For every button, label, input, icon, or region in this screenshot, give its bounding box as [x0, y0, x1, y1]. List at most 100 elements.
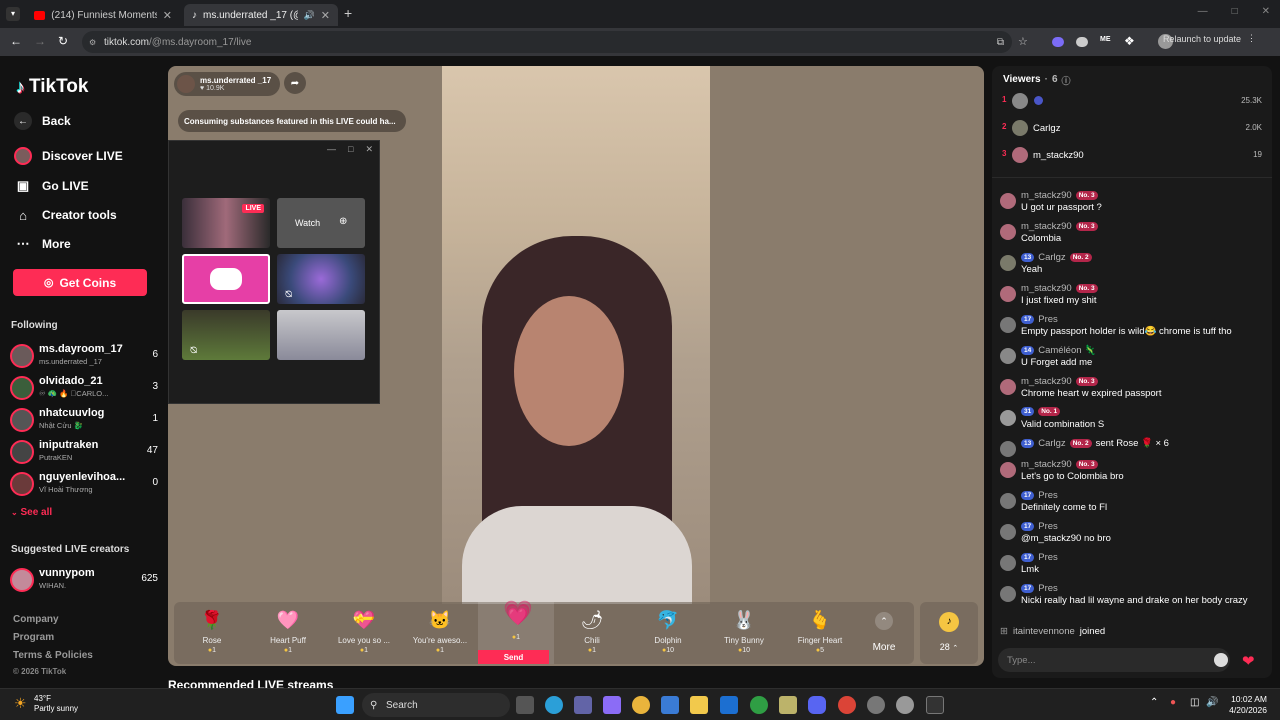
room-thumbnail[interactable]	[277, 310, 365, 360]
top-viewer-row[interactable]: 3 m_stackz90 19	[1002, 145, 1262, 165]
bookmark-star-icon[interactable]: ☆	[1018, 35, 1028, 48]
xbox-icon[interactable]	[750, 696, 768, 714]
extension-me-icon[interactable]: ME	[1100, 36, 1111, 43]
windows-start-icon[interactable]	[336, 696, 354, 714]
extension-copilot-icon[interactable]	[1052, 37, 1064, 47]
app-c-icon[interactable]	[720, 696, 738, 714]
nav-go-live[interactable]: ▣ Go LIVE	[14, 177, 89, 195]
close-window-icon[interactable]: ✕	[1262, 6, 1270, 17]
like-heart-icon[interactable]: ❤	[1242, 652, 1255, 670]
coin-balance-button[interactable]: ♪ 28 ⌃	[920, 602, 978, 664]
see-all-link[interactable]: ⌄ See all	[11, 507, 52, 518]
gift-finger-heart[interactable]: 🫰 Finger Heart ●5	[782, 602, 858, 664]
weather-widget[interactable]: 43°F Partly sunny	[34, 694, 78, 714]
minimize-icon[interactable]: —	[327, 144, 336, 155]
chat-username[interactable]: m_stackz90	[1021, 459, 1072, 470]
app-icon[interactable]	[779, 696, 797, 714]
avatar[interactable]	[1000, 224, 1016, 240]
chat-message[interactable]: 31 No. 1 Valid combination S	[1000, 407, 1262, 438]
nav-more[interactable]: ⋯ More	[14, 235, 71, 253]
minimize-icon[interactable]: —	[1198, 6, 1208, 17]
taskbar-search[interactable]: ⚲ Search	[362, 693, 510, 717]
gift-heart-puff[interactable]: 🩷 Heart Puff ●1	[250, 602, 326, 664]
chat-username[interactable]: m_stackz90	[1021, 376, 1072, 387]
avatar[interactable]	[1000, 348, 1016, 364]
avatar[interactable]	[1000, 555, 1016, 571]
menu-dots-icon[interactable]: ⋮	[1247, 33, 1256, 44]
close-icon[interactable]: ✕	[365, 144, 373, 155]
live-thumbnail[interactable]: LIVE	[182, 198, 270, 248]
reload-icon[interactable]: ↻	[58, 34, 68, 48]
chat-username[interactable]: m_stackz90	[1021, 283, 1072, 294]
footer-terms[interactable]: Terms & Policies	[13, 650, 93, 661]
chat-message[interactable]: 13 Carlgz No. 2 Yeah	[1000, 252, 1262, 283]
chat-message[interactable]: 17 Pres Definitely come to Fl	[1000, 490, 1262, 521]
site-info-icon[interactable]: ⚙	[89, 38, 96, 47]
live-video[interactable]	[442, 66, 710, 604]
chat-username[interactable]: Carlgz	[1038, 252, 1065, 263]
chat-message[interactable]: 17 Pres @m_stackz90 no bro	[1000, 521, 1262, 552]
chat-message[interactable]: 17 Pres Lmk	[1000, 552, 1262, 583]
avatar[interactable]	[1000, 255, 1016, 271]
app-2-icon[interactable]	[896, 696, 914, 714]
field-thumbnail[interactable]: ⦰	[182, 310, 270, 360]
suggested-item[interactable]: vunnypom WIHAN. 625	[10, 566, 158, 596]
gift-love-you[interactable]: 💝 Love you so ... ●1	[326, 602, 402, 664]
maximize-icon[interactable]: □	[1232, 6, 1238, 17]
task-view-icon[interactable]	[516, 696, 534, 714]
tab-youtube[interactable]: (214) Funniest Moments On Po... ✕	[26, 4, 180, 26]
chat-message[interactable]: m_stackz90 No. 3 Chrome heart w expired pa…	[1000, 376, 1262, 407]
avatar[interactable]	[1000, 462, 1016, 478]
nav-creator-tools[interactable]: ⌂ Creator tools	[14, 206, 117, 224]
chat-username[interactable]: Pres	[1038, 583, 1058, 594]
chat-username[interactable]: Pres	[1038, 490, 1058, 501]
chat-username[interactable]: m_stackz90	[1021, 221, 1072, 232]
chat-username[interactable]: m_stackz90	[1021, 190, 1072, 201]
tab-tiktok[interactable]: ♪ ms.underrated _17 (@ms.d... 🔊 ✕	[184, 4, 338, 26]
footer-company[interactable]: Company	[13, 614, 59, 625]
nav-discover-live[interactable]: Discover LIVE	[14, 147, 123, 165]
chat-username[interactable]: Pres	[1038, 552, 1058, 563]
chat-username[interactable]: Pres	[1038, 521, 1058, 532]
gift-chili[interactable]: 🌶 Chili ●1	[554, 602, 630, 664]
chat-message[interactable]: 17 Pres Nicki really had lil wayne and dra…	[1000, 583, 1262, 627]
following-item[interactable]: ms.dayroom_17 ms.underrated _17 6	[10, 342, 158, 372]
chat-username[interactable]: Carlgz	[1038, 438, 1065, 449]
send-gift-button[interactable]: Send	[478, 650, 549, 664]
nav-back[interactable]: ← Back	[14, 112, 71, 130]
gift-dolphin[interactable]: 🐬 Dolphin ●10	[630, 602, 706, 664]
chat-username[interactable]: Caméléon 🦎	[1038, 345, 1096, 356]
epic-icon[interactable]	[926, 696, 944, 714]
clock[interactable]: 10:02 AM 4/20/2026	[1229, 694, 1267, 716]
chat-message[interactable]: m_stackz90 No. 3 Let's go to Colombia bro	[1000, 459, 1262, 490]
get-coins-button[interactable]: ◎ Get Coins	[13, 269, 147, 296]
gift-rose[interactable]: 🌹 Rose ●1	[174, 602, 250, 664]
chat-message[interactable]: 17 Pres Empty passport holder is wild😂 chr…	[1000, 314, 1262, 345]
chat-message[interactable]: 13 Carlgz No. 2 sent Rose 🌹 × 6	[1000, 438, 1262, 459]
following-item[interactable]: nguyenlevihoa... Vĩ Hoài Thương 0	[10, 470, 158, 500]
edge-icon[interactable]	[545, 696, 563, 714]
footer-program[interactable]: Program	[13, 632, 54, 643]
chat-username[interactable]: Pres	[1038, 314, 1058, 325]
chat-message[interactable]: 14 Caméléon 🦎 U Forget add me	[1000, 345, 1262, 376]
following-item[interactable]: nhatcuuvlog Nhật Cửu 🐉 1	[10, 406, 158, 436]
relaunch-button[interactable]: Relaunch to update ⋮	[1163, 33, 1256, 44]
top-viewer-row[interactable]: 2 Carlgz 2.0K	[1002, 118, 1262, 138]
avatar[interactable]	[1000, 441, 1016, 457]
avatar[interactable]	[1000, 524, 1016, 540]
extension-cloud-icon[interactable]	[1076, 37, 1088, 47]
tiktok-logo[interactable]: ♪ TikTok	[16, 76, 88, 98]
volume-icon[interactable]: 🔊	[1206, 697, 1218, 708]
extensions-icon[interactable]: ❖	[1124, 34, 1135, 48]
gift-selected[interactable]: 💗 ●1 Send	[478, 602, 554, 664]
host-info[interactable]: ms.underrated _17 ♥ 10.9K	[174, 72, 280, 96]
chat-message[interactable]: m_stackz90 No. 3U got ur passport ?	[1000, 190, 1262, 221]
avatar[interactable]	[1000, 586, 1016, 602]
tray-chevron-icon[interactable]: ⌃	[1150, 697, 1158, 708]
mic-icon[interactable]: ●	[1170, 697, 1176, 708]
following-item[interactable]: olvidado_21 ♾ 🦚 🔥 🏾CARLO... 3	[10, 374, 158, 404]
explorer-icon[interactable]	[690, 696, 708, 714]
avatar[interactable]	[1000, 193, 1016, 209]
tab-menu-icon[interactable]: ▾	[6, 7, 20, 21]
following-item[interactable]: iniputraken PutraKEN 47	[10, 438, 158, 468]
